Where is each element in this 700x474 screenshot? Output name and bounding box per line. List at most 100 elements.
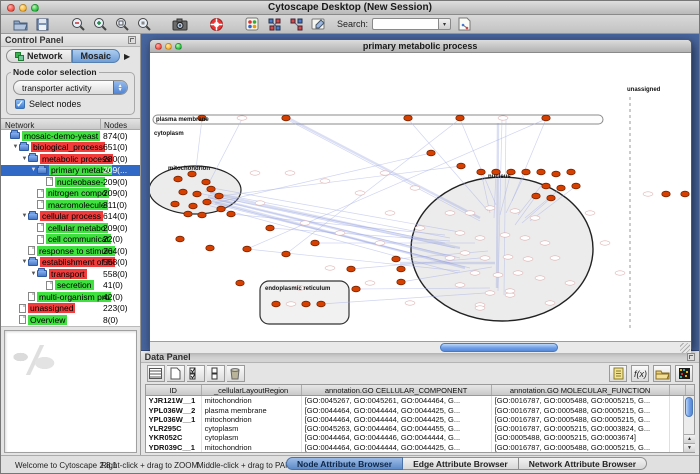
network-node[interactable] xyxy=(551,171,559,177)
network-node[interactable] xyxy=(391,256,399,262)
network-canvas[interactable]: plasma membranecytoplasmmitochondrionnuc… xyxy=(150,53,691,336)
expand-arrow-icon[interactable]: ▼ xyxy=(21,213,28,219)
expand-arrow-icon[interactable]: ▼ xyxy=(21,259,28,265)
network-node[interactable] xyxy=(351,286,359,292)
network-node[interactable] xyxy=(183,211,191,217)
network-node[interactable] xyxy=(301,301,309,307)
tree-row[interactable]: ▼metabolic process280(0) xyxy=(1,153,140,165)
network-node[interactable] xyxy=(265,225,273,231)
window-resize-grip[interactable] xyxy=(680,343,690,353)
tree-row[interactable]: ▼primary metabo209(... xyxy=(1,165,140,177)
tab-node-attribute-browser[interactable]: Node Attribute Browser xyxy=(286,457,403,470)
tree-row[interactable]: ▼biological_process651(0) xyxy=(1,142,140,154)
tab-overflow-arrow[interactable]: ▶ xyxy=(124,52,130,61)
attribute-table-button[interactable] xyxy=(147,365,165,382)
network-node[interactable] xyxy=(202,199,210,205)
network-node[interactable] xyxy=(310,240,318,246)
network-node[interactable] xyxy=(188,203,196,209)
tree-row[interactable]: response to stimulu264(0) xyxy=(1,245,140,257)
scroll-down-arrow[interactable]: ▼ xyxy=(684,443,695,452)
search-dropdown-button[interactable]: ▾ xyxy=(438,18,451,30)
zoom-fit-button[interactable] xyxy=(113,16,131,32)
expand-arrow-icon[interactable]: ▼ xyxy=(12,144,19,150)
network-node[interactable] xyxy=(178,189,186,195)
help-button[interactable] xyxy=(207,16,225,32)
import-network-button[interactable] xyxy=(265,16,283,32)
column-header[interactable]: ID xyxy=(146,385,202,395)
new-network-button[interactable] xyxy=(287,16,305,32)
tree-row[interactable]: nitrogen compo209(0) xyxy=(1,188,140,200)
network-node[interactable] xyxy=(556,185,564,191)
network-node[interactable] xyxy=(281,251,289,257)
unselect-attributes-button[interactable] xyxy=(207,365,225,382)
float-data-panel-icon[interactable] xyxy=(687,353,695,361)
network-node[interactable] xyxy=(187,171,195,177)
tree-row[interactable]: ▼establishment of lo558(0) xyxy=(1,257,140,269)
network-node[interactable] xyxy=(173,176,181,182)
zoom-in-button[interactable] xyxy=(91,16,109,32)
network-node[interactable] xyxy=(235,280,243,286)
tab-network-attribute-browser[interactable]: Network Attribute Browser xyxy=(519,457,647,470)
table-row[interactable]: YLR295Ccytoplasm[GO:0045263, GO:0044464,… xyxy=(146,424,694,433)
network-node[interactable] xyxy=(476,169,484,175)
network-view-window[interactable]: primary metabolic process plasma membran… xyxy=(149,39,692,349)
hscroll-thumb[interactable] xyxy=(440,343,558,352)
network-node[interactable] xyxy=(396,279,404,285)
network-node[interactable] xyxy=(531,193,539,199)
tree-row[interactable]: ▼transport558(0) xyxy=(1,268,140,280)
scroll-up-arrow[interactable]: ▲ xyxy=(684,434,695,443)
network-node[interactable] xyxy=(201,179,209,185)
network-node[interactable] xyxy=(206,186,214,192)
network-node[interactable] xyxy=(541,183,549,189)
tree-row[interactable]: macromolecule311(0) xyxy=(1,199,140,211)
table-row[interactable]: YPL036W__2plasma membrane[GO:0044464, GO… xyxy=(146,406,694,415)
node-color-combo[interactable]: transporter activity ▲▼ xyxy=(13,80,128,95)
delete-attribute-button[interactable] xyxy=(227,365,245,382)
snapshot-button[interactable] xyxy=(171,16,189,32)
expand-arrow-icon[interactable]: ▼ xyxy=(30,271,37,277)
tree-row[interactable]: nucleobase-209(0) xyxy=(1,176,140,188)
import-attributes-button[interactable] xyxy=(653,365,671,382)
vscroll-thumb[interactable] xyxy=(685,397,693,417)
network-node[interactable] xyxy=(426,150,434,156)
notes-button[interactable] xyxy=(609,365,627,382)
annotation-button[interactable] xyxy=(309,16,327,32)
network-node[interactable] xyxy=(403,115,411,121)
table-vertical-scrollbar[interactable]: ▲ ▼ xyxy=(683,396,694,452)
vizmapper-button[interactable] xyxy=(243,16,261,32)
network-node[interactable] xyxy=(541,115,549,121)
network-node[interactable] xyxy=(316,301,324,307)
network-node[interactable] xyxy=(566,169,574,175)
network-node[interactable] xyxy=(226,211,234,217)
network-node[interactable] xyxy=(680,191,688,197)
matrix-button[interactable] xyxy=(675,365,693,382)
network-node[interactable] xyxy=(396,266,404,272)
column-header[interactable]: annotation.GO CELLULAR_COMPONENT xyxy=(302,385,492,395)
formula-button[interactable]: f(x) xyxy=(631,365,649,382)
tab-network[interactable]: Network xyxy=(6,49,72,63)
select-nodes-checkbox[interactable]: ✓ xyxy=(15,99,25,109)
tree-row[interactable]: cellular metabo209(0) xyxy=(1,222,140,234)
network-window-titlebar[interactable]: primary metabolic process xyxy=(150,40,691,53)
table-row[interactable]: YPL036W__1mitochondrion[GO:0044464, GO:0… xyxy=(146,415,694,424)
network-node[interactable] xyxy=(205,245,213,251)
network-node[interactable] xyxy=(175,236,183,242)
expand-arrow-icon[interactable]: ▼ xyxy=(21,156,28,162)
network-node[interactable] xyxy=(192,191,200,197)
network-node[interactable] xyxy=(536,169,544,175)
table-row[interactable]: YJR121W__1mitochondrion[GO:0045267, GO:0… xyxy=(146,396,694,405)
birdseye-view[interactable] xyxy=(4,330,137,453)
network-node[interactable] xyxy=(242,246,250,252)
network-file-button[interactable] xyxy=(455,16,473,32)
zoom-out-button[interactable] xyxy=(69,16,87,32)
network-node[interactable] xyxy=(281,115,289,121)
network-node[interactable] xyxy=(661,191,669,197)
tree-row[interactable]: secretion41(0) xyxy=(1,280,140,292)
tab-mosaic[interactable]: Mosaic xyxy=(72,49,121,63)
zoom-selected-button[interactable] xyxy=(135,16,153,32)
tab-edge-attribute-browser[interactable]: Edge Attribute Browser xyxy=(403,457,519,470)
network-node[interactable] xyxy=(546,195,554,201)
float-panel-icon[interactable] xyxy=(128,36,136,44)
tree-row[interactable]: unassigned223(0) xyxy=(1,303,140,315)
search-input[interactable] xyxy=(372,18,438,30)
